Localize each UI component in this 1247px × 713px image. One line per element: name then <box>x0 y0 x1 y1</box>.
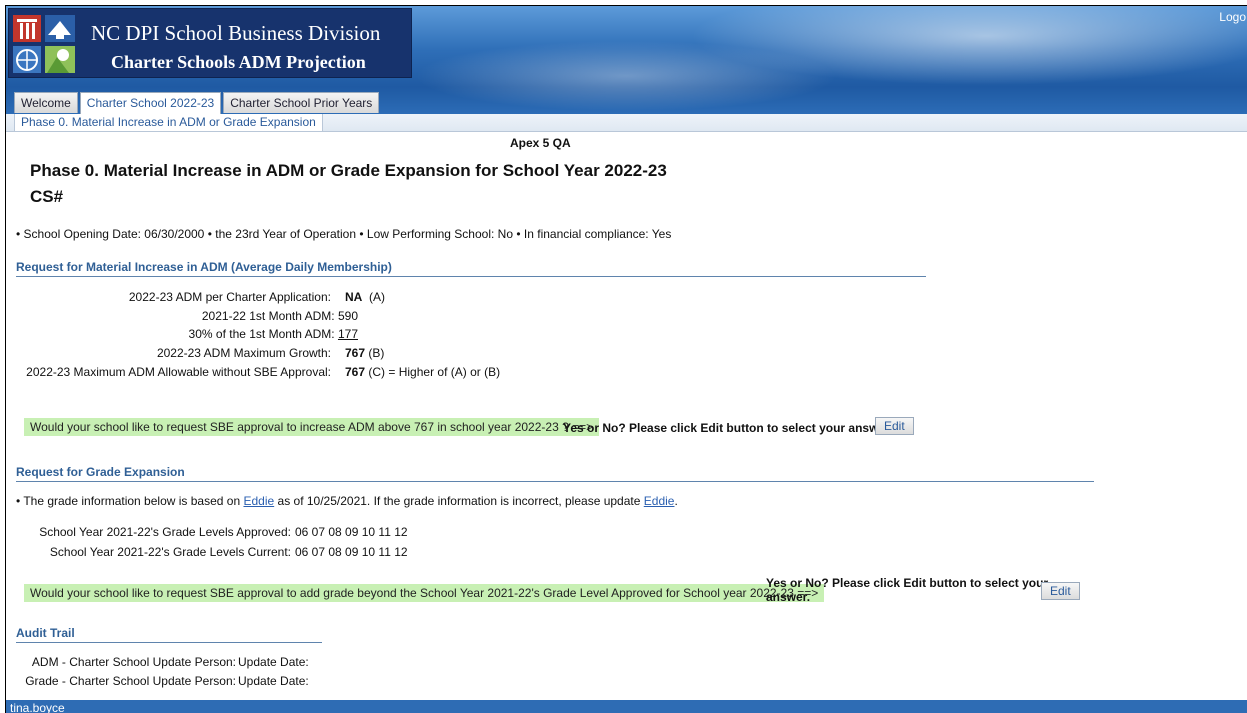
subtab-phase-0[interactable]: Phase 0. Material Increase in ADM or Gra… <box>14 114 323 131</box>
grade-expansion-question: Would your school like to request SBE ap… <box>24 584 825 602</box>
max-allowable-suffix: (C) = Higher of (A) or (B) <box>368 365 501 379</box>
eddie-link-2[interactable]: Eddie <box>644 494 675 508</box>
thirty-percent-row: 30% of the 1st Month ADM: 177 <box>189 327 358 341</box>
adm-increase-answer: Yes or No? Please click Edit button to s… <box>563 421 893 435</box>
grade-info-note: • The grade information below is based o… <box>16 494 678 508</box>
header-banner: NC DPI School Business Division Charter … <box>6 6 1247 114</box>
low-performing-status: Low Performing School: No <box>366 227 513 241</box>
financial-compliance-status: In financial compliance: Yes <box>523 227 672 241</box>
school-info-line: • School Opening Date: 06/30/2000 • the … <box>16 227 671 241</box>
adm-update-person-label: ADM - Charter School Update Person: <box>31 655 236 669</box>
adm-update-date-label: Update Date: <box>238 655 309 669</box>
max-allowable-value: 767 <box>345 365 366 379</box>
logout-link[interactable]: Logo <box>1219 10 1246 24</box>
max-allowable-value-row: 767 (C) = Higher of (A) or (B) <box>345 365 500 379</box>
bullet-icon: • <box>359 227 364 241</box>
max-growth-value-row: 767 (B) <box>345 346 384 360</box>
opening-date: School Opening Date: 06/30/2000 <box>23 227 205 241</box>
grade-note-end: . <box>674 494 678 508</box>
tab-charter-school-prior-years[interactable]: Charter School Prior Years <box>223 92 380 113</box>
thirty-percent-label: 30% of the 1st Month ADM: <box>188 327 335 341</box>
subtab-bar: Phase 0. Material Increase in ADM or Gra… <box>6 114 1247 132</box>
first-month-adm-row: 2021-22 1st Month ADM: 590 <box>202 309 358 323</box>
tab-welcome[interactable]: Welcome <box>14 92 78 113</box>
adm-application-suffix: (A) <box>369 290 386 304</box>
logo-box: NC DPI School Business Division Charter … <box>8 8 412 78</box>
grade-expansion-answer: Yes or No? Please click Edit button to s… <box>766 576 1048 604</box>
footer-bar: tina.boyce <box>6 700 1247 713</box>
main-tabs: Welcome Charter School 2022-23 Charter S… <box>14 92 380 114</box>
grade-answer-line-1: Yes or No? Please click Edit button to s… <box>766 576 1049 590</box>
grade-edit-button[interactable]: Edit <box>1041 582 1080 600</box>
app-title: NC DPI School Business Division <box>91 21 381 45</box>
first-month-adm-value: 590 <box>337 309 358 323</box>
section-header-adm: Request for Material Increase in ADM (Av… <box>16 260 926 277</box>
year-of-operation: the 23rd Year of Operation <box>215 227 357 241</box>
tab-charter-school-2022-23[interactable]: Charter School 2022-23 <box>79 92 222 114</box>
page-title: Phase 0. Material Increase in ADM or Gra… <box>30 161 667 180</box>
bullet-icon: • <box>207 227 212 241</box>
max-growth-value: 767 <box>345 346 366 360</box>
cs-number-label: CS# <box>30 187 64 206</box>
grade-current-value: 06 07 08 09 10 11 12 <box>295 545 408 559</box>
thirty-percent-value: 177 <box>337 327 358 341</box>
section-header-audit-trail: Audit Trail <box>16 626 322 643</box>
grade-note-before: The grade information below is based on <box>23 494 241 508</box>
section-header-grade-expansion: Request for Grade Expansion <box>16 465 1094 482</box>
nc-dpi-logo <box>13 15 75 73</box>
grade-update-person-label: Grade - Charter School Update Person: <box>25 674 236 688</box>
footer-username: tina.boyce <box>10 701 65 713</box>
adm-increase-question: Would your school like to request SBE ap… <box>24 418 600 436</box>
grade-current-label: School Year 2021-22's Grade Levels Curre… <box>49 545 291 559</box>
bullet-icon: • <box>516 227 521 241</box>
adm-application-value: NA <box>345 290 363 304</box>
max-growth-label: 2022-23 ADM Maximum Growth: <box>156 346 331 360</box>
bullet-icon: • <box>16 227 21 241</box>
max-allowable-label: 2022-23 Maximum ADM Allowable without SB… <box>26 365 331 379</box>
grade-approved-label: School Year 2021-22's Grade Levels Appro… <box>39 525 291 539</box>
adm-application-label: 2022-23 ADM per Charter Application: <box>128 290 331 304</box>
grade-note-middle: as of 10/25/2021. If the grade informati… <box>277 494 641 508</box>
adm-edit-button[interactable]: Edit <box>875 417 914 435</box>
grade-answer-line-2: answer. <box>766 590 811 604</box>
environment-label: Apex 5 QA <box>510 136 571 150</box>
app-subtitle: Charter Schools ADM Projection <box>111 52 366 72</box>
bullet-icon: • <box>16 494 21 508</box>
max-growth-suffix: (B) <box>368 346 385 360</box>
app-window: NC DPI School Business Division Charter … <box>5 5 1247 713</box>
grade-update-date-label: Update Date: <box>238 674 309 688</box>
grade-approved-value: 06 07 08 09 10 11 12 <box>295 525 408 539</box>
adm-application-value-row: NA (A) <box>345 290 385 304</box>
first-month-adm-label: 2021-22 1st Month ADM: <box>201 309 335 323</box>
eddie-link-1[interactable]: Eddie <box>243 494 274 508</box>
